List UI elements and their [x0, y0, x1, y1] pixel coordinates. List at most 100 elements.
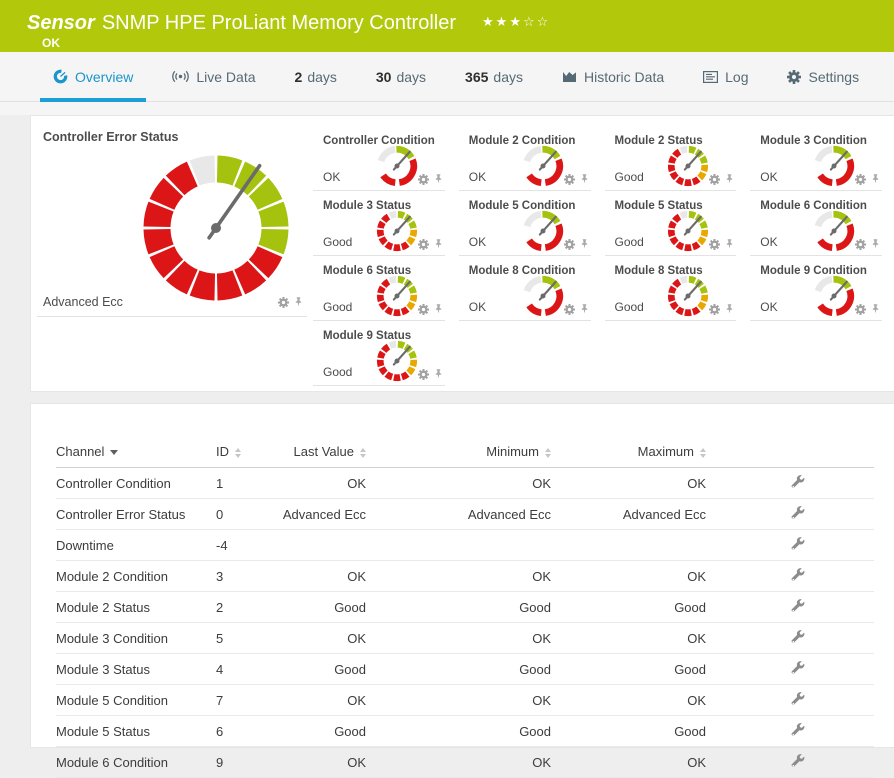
tab-365-days[interactable]: 365 days	[452, 52, 536, 101]
gear-icon[interactable]	[855, 304, 866, 315]
gauge-module-3-status[interactable]: Module 3 Status Good	[311, 191, 457, 256]
cell-max: OK	[551, 684, 706, 716]
gauge-module-9-status[interactable]: Module 9 Status Good	[311, 321, 457, 386]
gauge-module-6-status[interactable]: Module 6 Status Good	[311, 256, 457, 321]
gear-icon[interactable]	[855, 239, 866, 250]
star-filled-icon[interactable]: ★	[509, 15, 523, 30]
gauge-value: Good	[614, 170, 644, 184]
priority-stars[interactable]: ★★★☆☆	[482, 8, 550, 35]
gear-icon[interactable]	[709, 304, 721, 315]
cell-max: Good	[551, 653, 706, 685]
pin-icon[interactable]	[434, 369, 443, 380]
gauge-controller-condition[interactable]: Controller Condition OK	[311, 126, 457, 191]
star-empty-icon[interactable]: ☆	[537, 15, 551, 30]
cell-max: Advanced Ecc	[551, 498, 706, 530]
channel-settings-icon[interactable]	[791, 661, 805, 675]
cell-id: 1	[216, 467, 276, 499]
channel-settings-icon[interactable]	[791, 568, 805, 582]
gauge-module-5-condition[interactable]: Module 5 Condition OK	[457, 191, 603, 256]
column-header-minimum[interactable]: Minimum	[366, 438, 551, 468]
tab-overview[interactable]: Overview	[40, 52, 147, 102]
pin-icon[interactable]	[580, 239, 589, 250]
gauge-module-8-status[interactable]: Module 8 Status Good	[603, 256, 749, 321]
pin-icon[interactable]	[294, 296, 303, 308]
page-title: Sensor SNMP HPE ProLiant Memory Controlle…	[27, 8, 550, 35]
gear-icon[interactable]	[417, 239, 429, 250]
column-header-maximum[interactable]: Maximum	[551, 438, 706, 468]
gauge-controller-error-status[interactable]: Controller Error Status Advanced Ecc	[31, 116, 311, 391]
gauge-value: Good	[323, 235, 353, 249]
cell-channel: Module 6 Condition	[56, 746, 216, 778]
column-header-channel[interactable]: Channel	[56, 438, 216, 468]
cell-id: 6	[216, 715, 276, 747]
cell-min: Good	[366, 715, 551, 747]
tab-log[interactable]: Log	[690, 52, 761, 101]
gauge-module-2-condition[interactable]: Module 2 Condition OK	[457, 126, 603, 191]
table-row-module-2-condition: Module 2 Condition 3 OK OK OK	[56, 560, 874, 592]
gear-icon[interactable]	[278, 296, 289, 308]
gauge-module-6-condition[interactable]: Module 6 Condition OK	[748, 191, 894, 256]
gear-icon[interactable]	[709, 239, 721, 250]
pin-icon[interactable]	[871, 239, 880, 250]
gear-icon[interactable]	[417, 304, 429, 315]
pin-icon[interactable]	[434, 239, 443, 250]
gear-icon[interactable]	[563, 239, 575, 250]
column-header-id[interactable]: ID	[216, 438, 276, 468]
gauge-value: OK	[760, 235, 778, 249]
channel-settings-icon[interactable]	[791, 506, 805, 520]
status-gauge	[666, 144, 710, 188]
gear-icon[interactable]	[417, 369, 429, 380]
gauge-module-9-condition[interactable]: Module 9 Condition OK	[748, 256, 894, 321]
channel-settings-icon[interactable]	[791, 475, 805, 489]
cell-last: OK	[276, 622, 366, 654]
cell-max: Good	[551, 715, 706, 747]
channel-settings-icon[interactable]	[791, 537, 805, 551]
pin-icon[interactable]	[725, 304, 734, 315]
gear-icon[interactable]	[855, 174, 866, 185]
pin-icon[interactable]	[434, 174, 443, 185]
cell-max: OK	[551, 622, 706, 654]
column-header-last-value[interactable]: Last Value	[276, 438, 366, 468]
tab-historic-data[interactable]: Historic Data	[549, 52, 677, 101]
table-row-module-3-status: Module 3 Status 4 Good Good Good	[56, 653, 874, 685]
tab-30-days[interactable]: 30 days	[363, 52, 439, 101]
tab-2-days[interactable]: 2 days	[282, 52, 350, 101]
star-filled-icon[interactable]: ★	[482, 15, 496, 30]
cell-min	[366, 529, 551, 561]
gauge-value: Advanced Ecc	[43, 295, 123, 309]
pin-icon[interactable]	[580, 304, 589, 315]
cell-max: OK	[551, 560, 706, 592]
gauge-value: OK	[468, 300, 487, 314]
pin-icon[interactable]	[725, 239, 734, 250]
gear-icon[interactable]	[709, 174, 721, 185]
gauge-value: OK	[323, 170, 341, 184]
table-row-module-5-status: Module 5 Status 6 Good Good Good	[56, 715, 874, 747]
gear-icon[interactable]	[563, 174, 575, 185]
channel-settings-icon[interactable]	[791, 754, 805, 768]
gear-icon[interactable]	[417, 174, 429, 185]
gauge-module-5-status[interactable]: Module 5 Status Good	[603, 191, 749, 256]
table-row-module-2-status: Module 2 Status 2 Good Good Good	[56, 591, 874, 623]
gauge-module-8-condition[interactable]: Module 8 Condition OK	[457, 256, 603, 321]
column-header-actions	[706, 438, 874, 468]
channel-settings-icon[interactable]	[791, 692, 805, 706]
cell-channel: Module 2 Condition	[56, 560, 216, 592]
channel-settings-icon[interactable]	[791, 599, 805, 613]
gauge-value: Good	[323, 300, 353, 314]
pin-icon[interactable]	[871, 304, 880, 315]
pin-icon[interactable]	[434, 304, 443, 315]
pin-icon[interactable]	[580, 174, 589, 185]
star-empty-icon[interactable]: ☆	[523, 15, 537, 30]
tab-live-data[interactable]: Live Data	[159, 52, 268, 101]
channel-settings-icon[interactable]	[791, 630, 805, 644]
gauge-module-2-status[interactable]: Module 2 Status Good	[603, 126, 749, 191]
cell-min: OK	[366, 560, 551, 592]
channel-settings-icon[interactable]	[791, 723, 805, 737]
condition-gauge	[812, 209, 856, 253]
star-filled-icon[interactable]: ★	[496, 15, 510, 30]
tab-settings[interactable]: Settings	[774, 52, 872, 101]
gauge-module-3-condition[interactable]: Module 3 Condition OK	[748, 126, 894, 191]
pin-icon[interactable]	[725, 174, 734, 185]
pin-icon[interactable]	[871, 174, 880, 185]
gear-icon[interactable]	[563, 304, 575, 315]
